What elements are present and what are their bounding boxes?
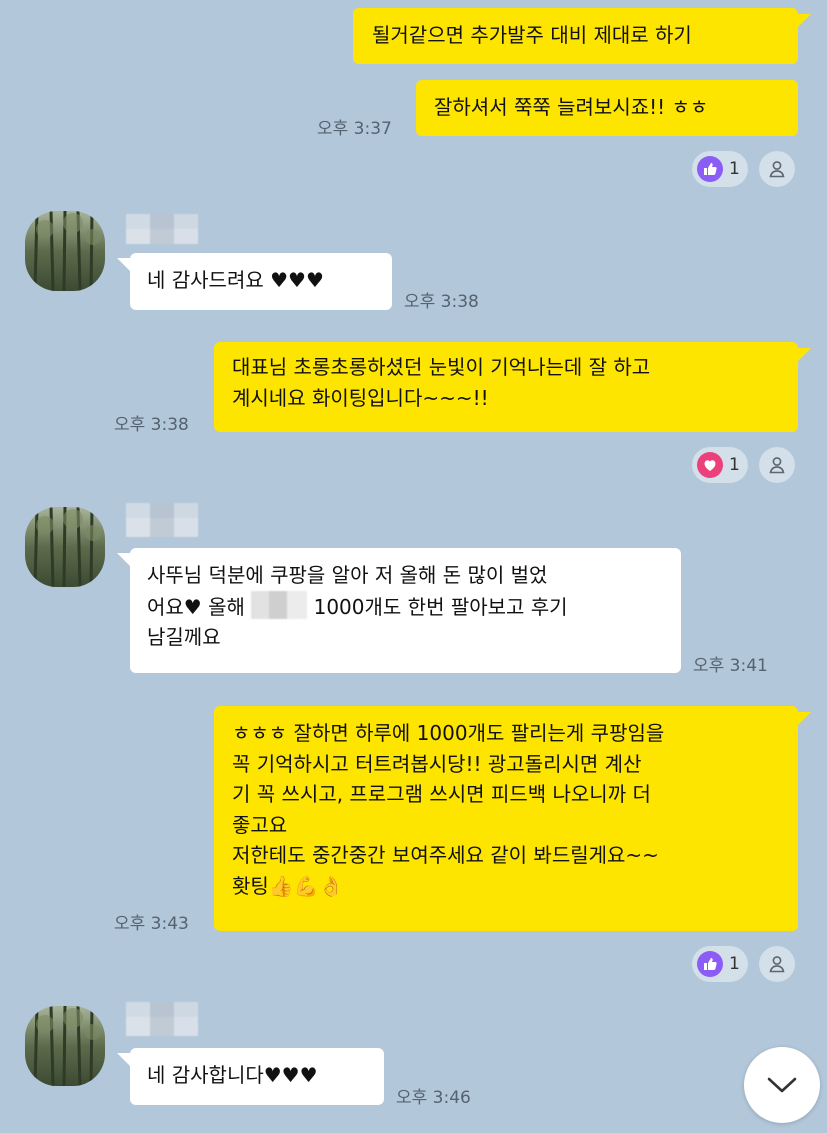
message-fragment: 어요♥ 올해 — [147, 594, 245, 619]
bubble-tail — [798, 348, 811, 361]
message-time: 오후 3:38 — [404, 292, 479, 312]
reaction-count: 1 — [729, 954, 740, 974]
person-icon[interactable] — [759, 447, 795, 483]
bubble-tail — [117, 1053, 130, 1066]
sender-name-blurred — [126, 214, 198, 244]
avatar[interactable] — [25, 1006, 105, 1086]
message-line: 기 꼭 쓰시고, 프로그램 쓰시면 피드백 나오니까 더 — [232, 782, 651, 806]
my-message-bubble[interactable]: 대표님 초롱초롱하셨던 눈빛이 기억나는데 잘 하고 계시네요 화이팅입니다~~… — [214, 342, 798, 432]
reaction-heart[interactable]: 1 — [692, 447, 748, 483]
message-time: 오후 3:37 — [317, 119, 392, 139]
reaction-thumbs-up[interactable]: 1 — [692, 151, 748, 187]
sender-name-blurred — [126, 503, 198, 537]
reaction-count: 1 — [729, 159, 740, 179]
person-icon[interactable] — [759, 946, 795, 982]
message-line: 꼭 기억하시고 터트려봅시당!! 광고돌리시면 계산 — [232, 751, 642, 776]
message-line: 좋고요 — [232, 812, 288, 837]
message-line: 홧팅👍💪👌 — [232, 873, 344, 898]
my-message-bubble[interactable]: ㅎㅎㅎ 잘하면 하루에 1000개도 팔리는게 쿠팡임을 꼭 기억하시고 터트려… — [214, 706, 798, 931]
heart-icon — [697, 452, 723, 478]
scroll-to-bottom-button[interactable] — [744, 1047, 820, 1123]
message-text: 네 감사합니다♥♥♥ — [147, 1063, 318, 1087]
message-line: 남길께요 — [147, 625, 221, 649]
my-message-bubble[interactable]: 될거같으면 추가발주 대비 제대로 하기 — [353, 8, 798, 64]
chevron-down-icon — [767, 1077, 797, 1093]
other-message-bubble[interactable]: 네 감사드려요 ♥♥♥ — [130, 253, 392, 310]
message-text: 잘하셔서 쭉쭉 늘려보시죠!! ㅎㅎ — [434, 95, 709, 119]
avatar[interactable] — [25, 211, 105, 291]
sender-name-blurred — [126, 1002, 198, 1036]
bubble-tail — [117, 553, 130, 566]
message-time: 오후 3:38 — [114, 415, 189, 435]
bubble-tail — [798, 14, 811, 27]
other-message-bubble[interactable]: 네 감사합니다♥♥♥ — [130, 1048, 384, 1105]
message-line: ㅎㅎㅎ 잘하면 하루에 1000개도 팔리는게 쿠팡임을 — [232, 721, 665, 745]
message-line: 대표님 초롱초롱하셨던 눈빛이 기억나는데 잘 하고 — [232, 355, 651, 379]
message-line: 계시네요 화이팅입니다~~~!! — [232, 385, 489, 410]
bubble-tail — [798, 712, 811, 725]
message-line: 어요♥ 올해 1000개도 한번 팔아보고 후기 — [147, 590, 665, 623]
other-message-bubble[interactable]: 사뚜님 덕분에 쿠팡을 알아 저 올해 돈 많이 벌었 어요♥ 올해 1000개… — [130, 548, 681, 673]
message-time: 오후 3:46 — [396, 1088, 471, 1108]
message-fragment: 1000개도 한번 팔아보고 후기 — [313, 594, 568, 619]
message-text: 될거같으면 추가발주 대비 제대로 하기 — [372, 23, 692, 47]
message-time: 오후 3:43 — [114, 914, 189, 934]
my-message-bubble[interactable]: 잘하셔서 쭉쭉 늘려보시죠!! ㅎㅎ — [416, 80, 798, 136]
avatar[interactable] — [25, 507, 105, 587]
thumbs-up-icon — [697, 156, 723, 182]
bubble-tail — [117, 258, 130, 271]
message-text: 네 감사드려요 ♥♥♥ — [147, 268, 324, 292]
reaction-count: 1 — [729, 455, 740, 475]
reaction-thumbs-up[interactable]: 1 — [692, 946, 748, 982]
message-line: 사뚜님 덕분에 쿠팡을 알아 저 올해 돈 많이 벌었 — [147, 563, 548, 587]
person-icon[interactable] — [759, 151, 795, 187]
message-time: 오후 3:41 — [693, 656, 768, 676]
redacted-text — [251, 590, 308, 619]
thumbs-up-icon — [697, 951, 723, 977]
message-line: 저한테도 중간중간 보여주세요 같이 봐드릴게요~~ — [232, 843, 659, 867]
